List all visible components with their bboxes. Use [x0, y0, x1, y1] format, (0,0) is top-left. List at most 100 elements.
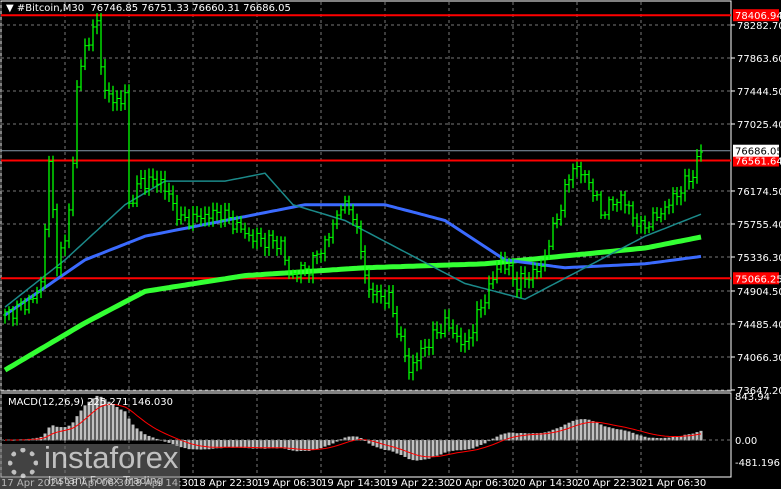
macd-histogram-bar — [239, 440, 243, 448]
macd-histogram-bar — [451, 440, 455, 451]
macd-histogram-bar — [611, 428, 615, 441]
macd-histogram-bar — [323, 440, 327, 447]
macd-histogram-bar — [199, 440, 203, 450]
macd-tick-label: -481.196 — [735, 458, 780, 469]
macd-histogram-bar — [227, 440, 231, 448]
macd-histogram-bar — [699, 430, 703, 441]
macd-histogram-bar — [507, 432, 511, 441]
current-price-label: 76686.05 — [735, 147, 781, 158]
macd-histogram-bar — [619, 429, 623, 441]
macd-histogram-bar — [603, 426, 607, 441]
macd-histogram-bar — [223, 440, 227, 448]
price-tick-label: 74904.50 — [737, 287, 781, 298]
macd-histogram-bar — [431, 440, 435, 458]
macd-histogram-bar — [695, 432, 699, 441]
macd-histogram-bar — [415, 440, 419, 461]
macd-histogram-bar — [67, 425, 71, 441]
macd-histogram-bar — [399, 440, 403, 455]
macd-histogram-bar — [327, 440, 331, 446]
price-tick-label: 78282.70 — [737, 21, 781, 32]
macd-histogram-bar — [571, 420, 575, 441]
macd-histogram-bar — [331, 440, 335, 444]
macd-histogram-bar — [575, 419, 579, 441]
macd-histogram-bar — [235, 440, 239, 448]
macd-histogram-bar — [231, 440, 235, 448]
price-tick-label: 74485.40 — [737, 320, 781, 331]
macd-histogram-bar — [311, 440, 315, 450]
time-tick-label: 19 Apr 22:30 — [385, 478, 450, 489]
instaforex-logo-icon — [8, 448, 38, 478]
time-tick-label: 20 Apr 06:30 — [449, 478, 514, 489]
ohlc-values: 76746.85 76751.33 76660.31 76686.05 — [90, 3, 291, 14]
macd-histogram-bar — [83, 405, 87, 441]
macd-histogram-bar — [591, 421, 595, 441]
macd-histogram-bar — [519, 432, 523, 441]
macd-histogram-bar — [279, 440, 283, 449]
macd-histogram-bar — [439, 440, 443, 455]
macd-histogram-bar — [479, 440, 483, 445]
macd-histogram-bar — [567, 422, 571, 441]
watermark: instaforex Instant Forex Trading — [0, 440, 180, 489]
macd-histogram-bar — [391, 440, 395, 452]
macd-histogram-bar — [407, 440, 411, 460]
macd-histogram-bar — [435, 440, 439, 456]
macd-histogram-bar — [523, 433, 527, 441]
macd-histogram-bar — [127, 418, 131, 441]
macd-histogram-bar — [447, 440, 451, 452]
macd-histogram-bar — [559, 426, 563, 441]
macd-histogram-bar — [71, 422, 75, 441]
macd-histogram-bar — [411, 440, 415, 461]
macd-histogram-bar — [467, 440, 471, 450]
macd-histogram-bar — [459, 440, 463, 451]
price-tick-label: 75755.40 — [737, 220, 781, 231]
level-label: 78406.94 — [735, 11, 781, 22]
macd-histogram-bar — [203, 440, 207, 450]
time-tick-label: 18 Apr 22:30 — [193, 478, 258, 489]
macd-histogram-bar — [275, 440, 279, 449]
macd-histogram-bar — [207, 440, 211, 450]
price-tick-label: 75336.30 — [737, 253, 781, 264]
macd-label: MACD(12,26,9) 225.271 146.030 — [8, 397, 174, 408]
watermark-brand: instaforex — [44, 440, 179, 475]
macd-histogram-bar — [471, 440, 475, 449]
macd-histogram-bar — [123, 411, 127, 441]
macd-histogram-bar — [47, 427, 51, 441]
macd-histogram-bar — [599, 424, 603, 441]
macd-histogram-bar — [443, 440, 447, 453]
macd-histogram-bar — [119, 409, 123, 441]
macd-histogram-bar — [403, 440, 407, 457]
macd-histogram-bar — [623, 430, 627, 441]
price-chart[interactable]: 78282.70 77863.60 77444.50 77025.40 76174.50… — [0, 0, 781, 489]
time-tick-label: 21 Apr 06:30 — [641, 478, 706, 489]
macd-histogram-bar — [595, 422, 599, 441]
macd-histogram-bar — [627, 431, 631, 441]
macd-histogram-bar — [271, 440, 275, 449]
macd-histogram-bar — [563, 424, 567, 441]
macd-histogram-bar — [115, 406, 119, 441]
macd-histogram-bar — [583, 419, 587, 441]
price-tick-label: 74066.30 — [737, 353, 781, 364]
macd-histogram-bar — [131, 424, 135, 441]
watermark-tagline: Instant Forex Trading — [48, 474, 164, 487]
macd-histogram-bar — [135, 428, 139, 441]
price-tick-label: 77444.50 — [737, 87, 781, 98]
macd-histogram-bar — [79, 410, 83, 441]
chart-title: ▼ #Bitcoin,M30 76746.85 76751.33 76660.3… — [6, 3, 291, 14]
macd-histogram-bar — [427, 440, 431, 459]
price-tick-label: 77863.60 — [737, 54, 781, 65]
time-tick-label: 20 Apr 22:30 — [577, 478, 642, 489]
macd-histogram-bar — [375, 440, 379, 448]
macd-histogram-bar — [267, 440, 271, 449]
symbol-label: #Bitcoin,M30 — [16, 3, 85, 14]
time-tick-label: 20 Apr 14:30 — [513, 478, 578, 489]
macd-histogram-bar — [395, 440, 399, 454]
macd-tick-label: 843.94 — [735, 392, 770, 403]
macd-histogram-bar — [111, 404, 115, 441]
macd-histogram-bar — [483, 440, 487, 444]
macd-histogram-bar — [475, 440, 479, 447]
macd-histogram-bar — [607, 427, 611, 441]
collapse-arrow-icon[interactable]: ▼ — [6, 3, 17, 14]
macd-histogram-bar — [463, 440, 467, 450]
macd-histogram-bar — [455, 440, 459, 451]
macd-histogram-bar — [315, 440, 319, 449]
